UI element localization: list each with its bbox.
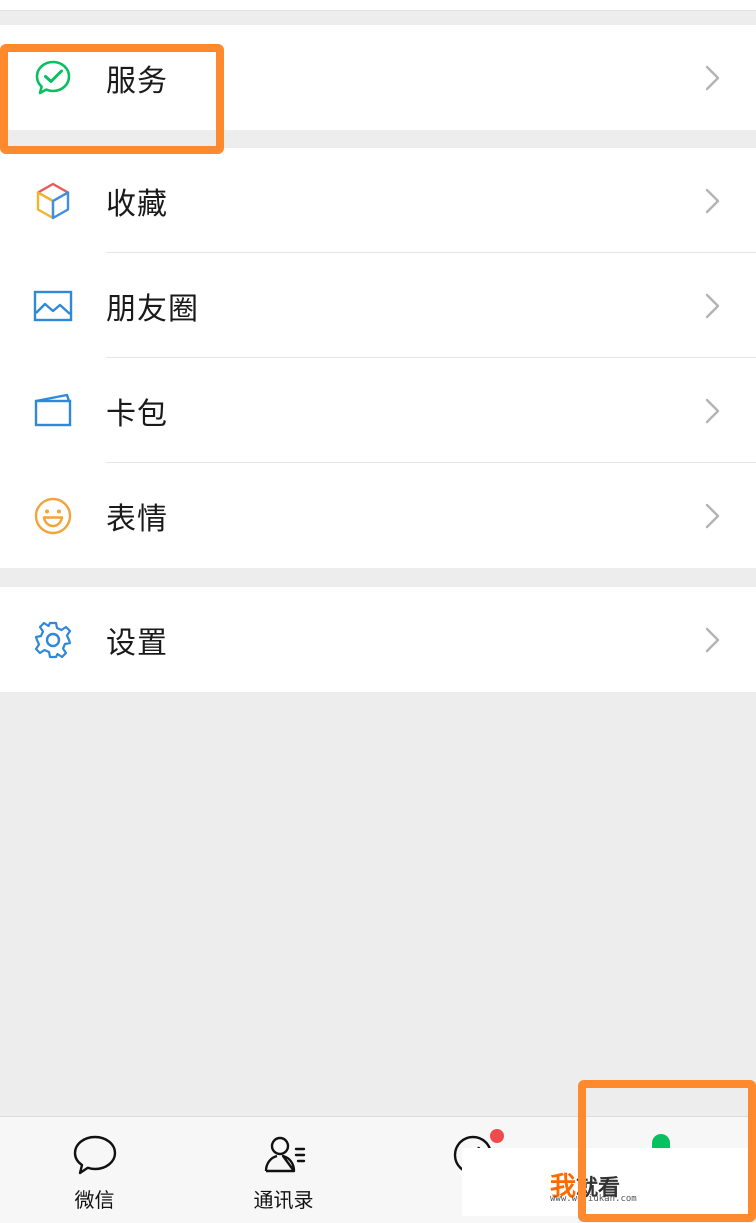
highlight-box-services — [0, 44, 224, 154]
chevron-right-icon — [704, 626, 722, 654]
menu-item-stickers[interactable]: 表情 — [0, 463, 756, 568]
menu-item-label: 卡包 — [106, 396, 168, 432]
highlight-box-me-tab — [578, 1080, 756, 1222]
gear-icon — [33, 620, 73, 660]
menu-item-label: 表情 — [106, 501, 168, 537]
tab-contacts[interactable]: 通讯录 — [189, 1117, 378, 1223]
chevron-right-icon — [704, 64, 722, 92]
menu-item-settings[interactable]: 设置 — [0, 587, 756, 692]
menu-item-label: 朋友圈 — [106, 291, 199, 327]
menu-item-label: 收藏 — [106, 186, 168, 222]
tab-label: 通讯录 — [253, 1188, 314, 1212]
menu-group-main: 收藏 朋友圈 卡包 表情 — [0, 148, 756, 568]
menu-item-card-wallet[interactable]: 卡包 — [0, 358, 756, 463]
menu-group-settings: 设置 — [0, 587, 756, 692]
notification-badge — [490, 1129, 504, 1143]
menu-item-label: 设置 — [106, 625, 168, 661]
sticker-smile-icon — [33, 496, 73, 536]
chevron-right-icon — [704, 502, 722, 530]
chevron-right-icon — [704, 187, 722, 215]
tab-chats[interactable]: 微信 — [0, 1117, 189, 1223]
tab-label: 微信 — [74, 1188, 115, 1212]
moments-picture-icon — [33, 286, 73, 326]
card-wallet-icon — [33, 391, 73, 431]
menu-item-moments[interactable]: 朋友圈 — [0, 253, 756, 358]
menu-item-favorites[interactable]: 收藏 — [0, 148, 756, 253]
chevron-right-icon — [704, 292, 722, 320]
chevron-right-icon — [704, 397, 722, 425]
top-strip — [0, 0, 756, 11]
favorites-cube-icon — [33, 181, 73, 221]
chat-bubble-icon — [71, 1133, 119, 1177]
contacts-icon — [260, 1133, 308, 1177]
